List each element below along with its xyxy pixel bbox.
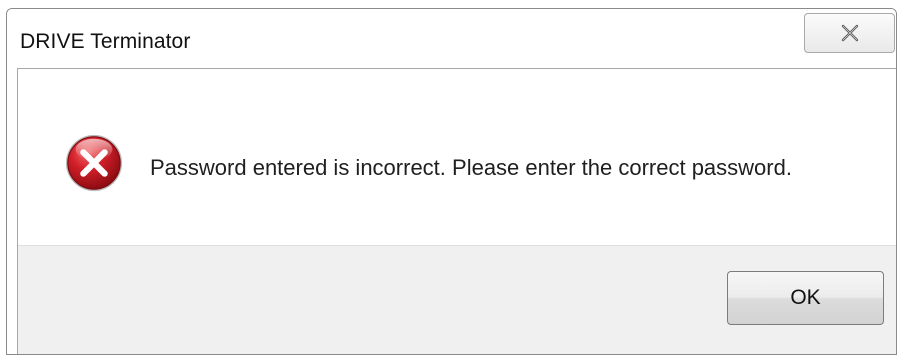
ok-button[interactable]: OK [727, 271, 884, 325]
button-bar: OK [18, 245, 896, 354]
dialog-client: Password entered is incorrect. Please en… [17, 68, 896, 354]
window-title: DRIVE Terminator [20, 30, 191, 53]
error-message: Password entered is incorrect. Please en… [150, 155, 792, 180]
close-button[interactable] [804, 13, 895, 53]
error-icon [65, 134, 123, 192]
close-icon [841, 24, 859, 42]
ok-button-label: OK [790, 286, 821, 309]
dialog-window: DRIVE Terminator Password entered is inc… [6, 8, 897, 355]
titlebar: DRIVE Terminator [7, 9, 896, 69]
message-area: Password entered is incorrect. Please en… [18, 69, 896, 245]
